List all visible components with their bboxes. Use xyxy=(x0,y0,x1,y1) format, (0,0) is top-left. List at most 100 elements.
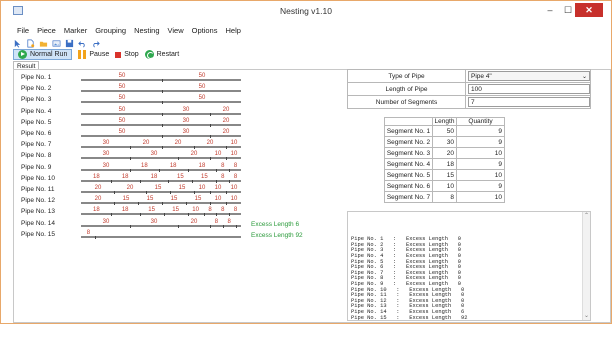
segment-name: Segment No. 3 xyxy=(384,147,433,159)
pipe-bar: 50 30 20 xyxy=(81,107,241,116)
segment-quantity-field[interactable]: 10 xyxy=(456,191,505,203)
segment-cut-mark xyxy=(216,168,218,172)
segment-length-label: 30 xyxy=(102,218,110,225)
pointer-icon[interactable] xyxy=(13,39,22,48)
stop-label: Stop xyxy=(124,51,139,58)
segment-length-field[interactable]: 8 xyxy=(432,191,457,203)
log-scrollbar[interactable]: ⌃ ⌄ xyxy=(582,212,590,320)
segment-cut-mark xyxy=(229,179,231,183)
segment-name: Segment No. 5 xyxy=(384,169,433,181)
segment-length-field[interactable]: 50 xyxy=(432,125,457,137)
type-of-pipe-select[interactable]: Pipe 4" ⌄ xyxy=(468,71,590,81)
pipe-name: Pipe No. 10 xyxy=(21,174,55,182)
segment-length-label: 10 xyxy=(214,185,222,191)
segment-cut-mark xyxy=(146,191,147,194)
undo-icon[interactable] xyxy=(78,39,87,48)
segment-quantity-field[interactable]: 10 xyxy=(456,147,505,159)
menu-piece[interactable]: Piece xyxy=(33,25,60,37)
segment-cut-mark xyxy=(210,157,211,161)
segment-length-label: 15 xyxy=(177,173,184,180)
segment-length-field[interactable]: 18 xyxy=(432,158,457,170)
normal-run-button[interactable]: Normal Run xyxy=(13,49,73,60)
segment-length-label: 20 xyxy=(126,185,134,191)
segment-length-label: 30 xyxy=(102,162,110,169)
stop-icon xyxy=(115,51,122,58)
segment-length-field[interactable]: 15 xyxy=(432,169,457,181)
segment-length-label: 20 xyxy=(174,140,182,147)
pause-button[interactable]: Pause xyxy=(78,49,109,60)
segment-header-blank xyxy=(384,117,433,126)
menu-marker[interactable]: Marker xyxy=(60,25,91,37)
segment-cut-mark xyxy=(130,146,131,150)
segment-quantity-field[interactable]: 10 xyxy=(456,169,505,181)
restart-button[interactable]: Restart xyxy=(144,49,179,60)
segment-length-label: 50 xyxy=(118,95,126,102)
segment-length-field[interactable]: 10 xyxy=(432,180,457,192)
image-icon[interactable] xyxy=(52,39,61,48)
segment-cut-mark xyxy=(163,213,165,217)
segment-cut-mark xyxy=(216,179,218,183)
length-of-pipe-input[interactable]: 100 xyxy=(468,84,590,94)
segment-length-label: 18 xyxy=(121,207,129,214)
segment-header-quantity: Quantity xyxy=(456,117,505,126)
menu-options[interactable]: Options xyxy=(188,25,222,37)
menu-nesting[interactable]: Nesting xyxy=(130,25,163,37)
segment-cut-mark xyxy=(162,79,163,82)
segment-length-label: 10 xyxy=(230,151,238,158)
menu-view[interactable]: View xyxy=(164,25,188,37)
close-button[interactable]: ✕ xyxy=(575,3,603,17)
pipe-name: Pipe No. 6 xyxy=(21,130,52,137)
segment-quantity-field[interactable]: 9 xyxy=(456,158,505,170)
length-of-pipe-label: Length of Pipe xyxy=(347,82,466,96)
segment-cut-mark xyxy=(139,179,141,183)
segment-length-label: 8 xyxy=(221,162,225,169)
segment-length-label: 30 xyxy=(182,129,190,135)
pipe-bar: 50 50 xyxy=(81,95,241,105)
menu-grouping[interactable]: Grouping xyxy=(91,25,130,37)
table-row: Segment No. 7 8 10 xyxy=(384,191,505,203)
segment-length-label: 18 xyxy=(169,162,177,169)
pipe-name: Pipe No. 14 xyxy=(21,219,55,227)
segment-cut-mark xyxy=(187,168,189,172)
new-icon[interactable] xyxy=(26,39,35,48)
segment-length-label: 10 xyxy=(230,196,238,203)
segment-length-label: 20 xyxy=(190,218,198,225)
scroll-up-icon[interactable]: ⌃ xyxy=(584,213,589,219)
segment-quantity-field[interactable]: 9 xyxy=(456,180,505,192)
pipe-settings-form: Type of Pipe Pipe 4" ⌄ Length of Pipe 100… xyxy=(347,69,591,109)
segment-cut-mark xyxy=(194,191,195,194)
stop-button[interactable]: Stop xyxy=(115,49,139,60)
pipe-bar: 18 18 18 15 15 8 8 xyxy=(81,174,241,183)
pipe-bar: 30 30 20 8 8 xyxy=(81,219,241,228)
open-folder-icon[interactable] xyxy=(39,39,48,48)
segment-length-label: 30 xyxy=(182,106,190,113)
segment-length-label: 10 xyxy=(230,185,238,191)
segment-cut-mark xyxy=(162,101,163,105)
redo-icon[interactable] xyxy=(91,39,100,48)
segment-length-label: 8 xyxy=(233,207,238,214)
pipe-name: Pipe No. 8 xyxy=(21,152,52,160)
type-of-pipe-label: Type of Pipe xyxy=(347,69,466,83)
result-log[interactable]: Pipe No. 1 : Excess Length 0 Pipe No. 2 :… xyxy=(347,211,591,321)
segment-length-field[interactable]: 30 xyxy=(432,136,457,148)
save-icon[interactable] xyxy=(65,39,74,48)
segment-cut-mark xyxy=(162,112,163,116)
menu-help[interactable]: Help xyxy=(221,25,244,37)
pipe-name: Pipe No. 9 xyxy=(21,163,52,171)
segment-length-label: 30 xyxy=(150,151,158,158)
segment-quantity-field[interactable]: 9 xyxy=(456,136,505,148)
segment-name: Segment No. 4 xyxy=(384,158,433,170)
menu-file[interactable]: File xyxy=(13,25,33,37)
number-of-segments-input[interactable]: 7 xyxy=(468,97,590,107)
pipe-name: Pipe No. 5 xyxy=(21,118,52,126)
segment-length-label: 20 xyxy=(94,185,102,191)
segment-length-label: 10 xyxy=(214,151,222,158)
segment-quantity-field[interactable]: 9 xyxy=(456,125,505,137)
type-of-pipe-value: Pipe 4" xyxy=(471,73,492,80)
scroll-down-icon[interactable]: ⌄ xyxy=(584,313,589,319)
segment-name: Segment No. 2 xyxy=(384,136,433,148)
pipe-name: Pipe No. 13 xyxy=(21,208,55,216)
segment-length-field[interactable]: 20 xyxy=(432,147,457,159)
segment-length-label: 50 xyxy=(118,129,126,135)
minimize-button[interactable]: – xyxy=(541,3,559,17)
